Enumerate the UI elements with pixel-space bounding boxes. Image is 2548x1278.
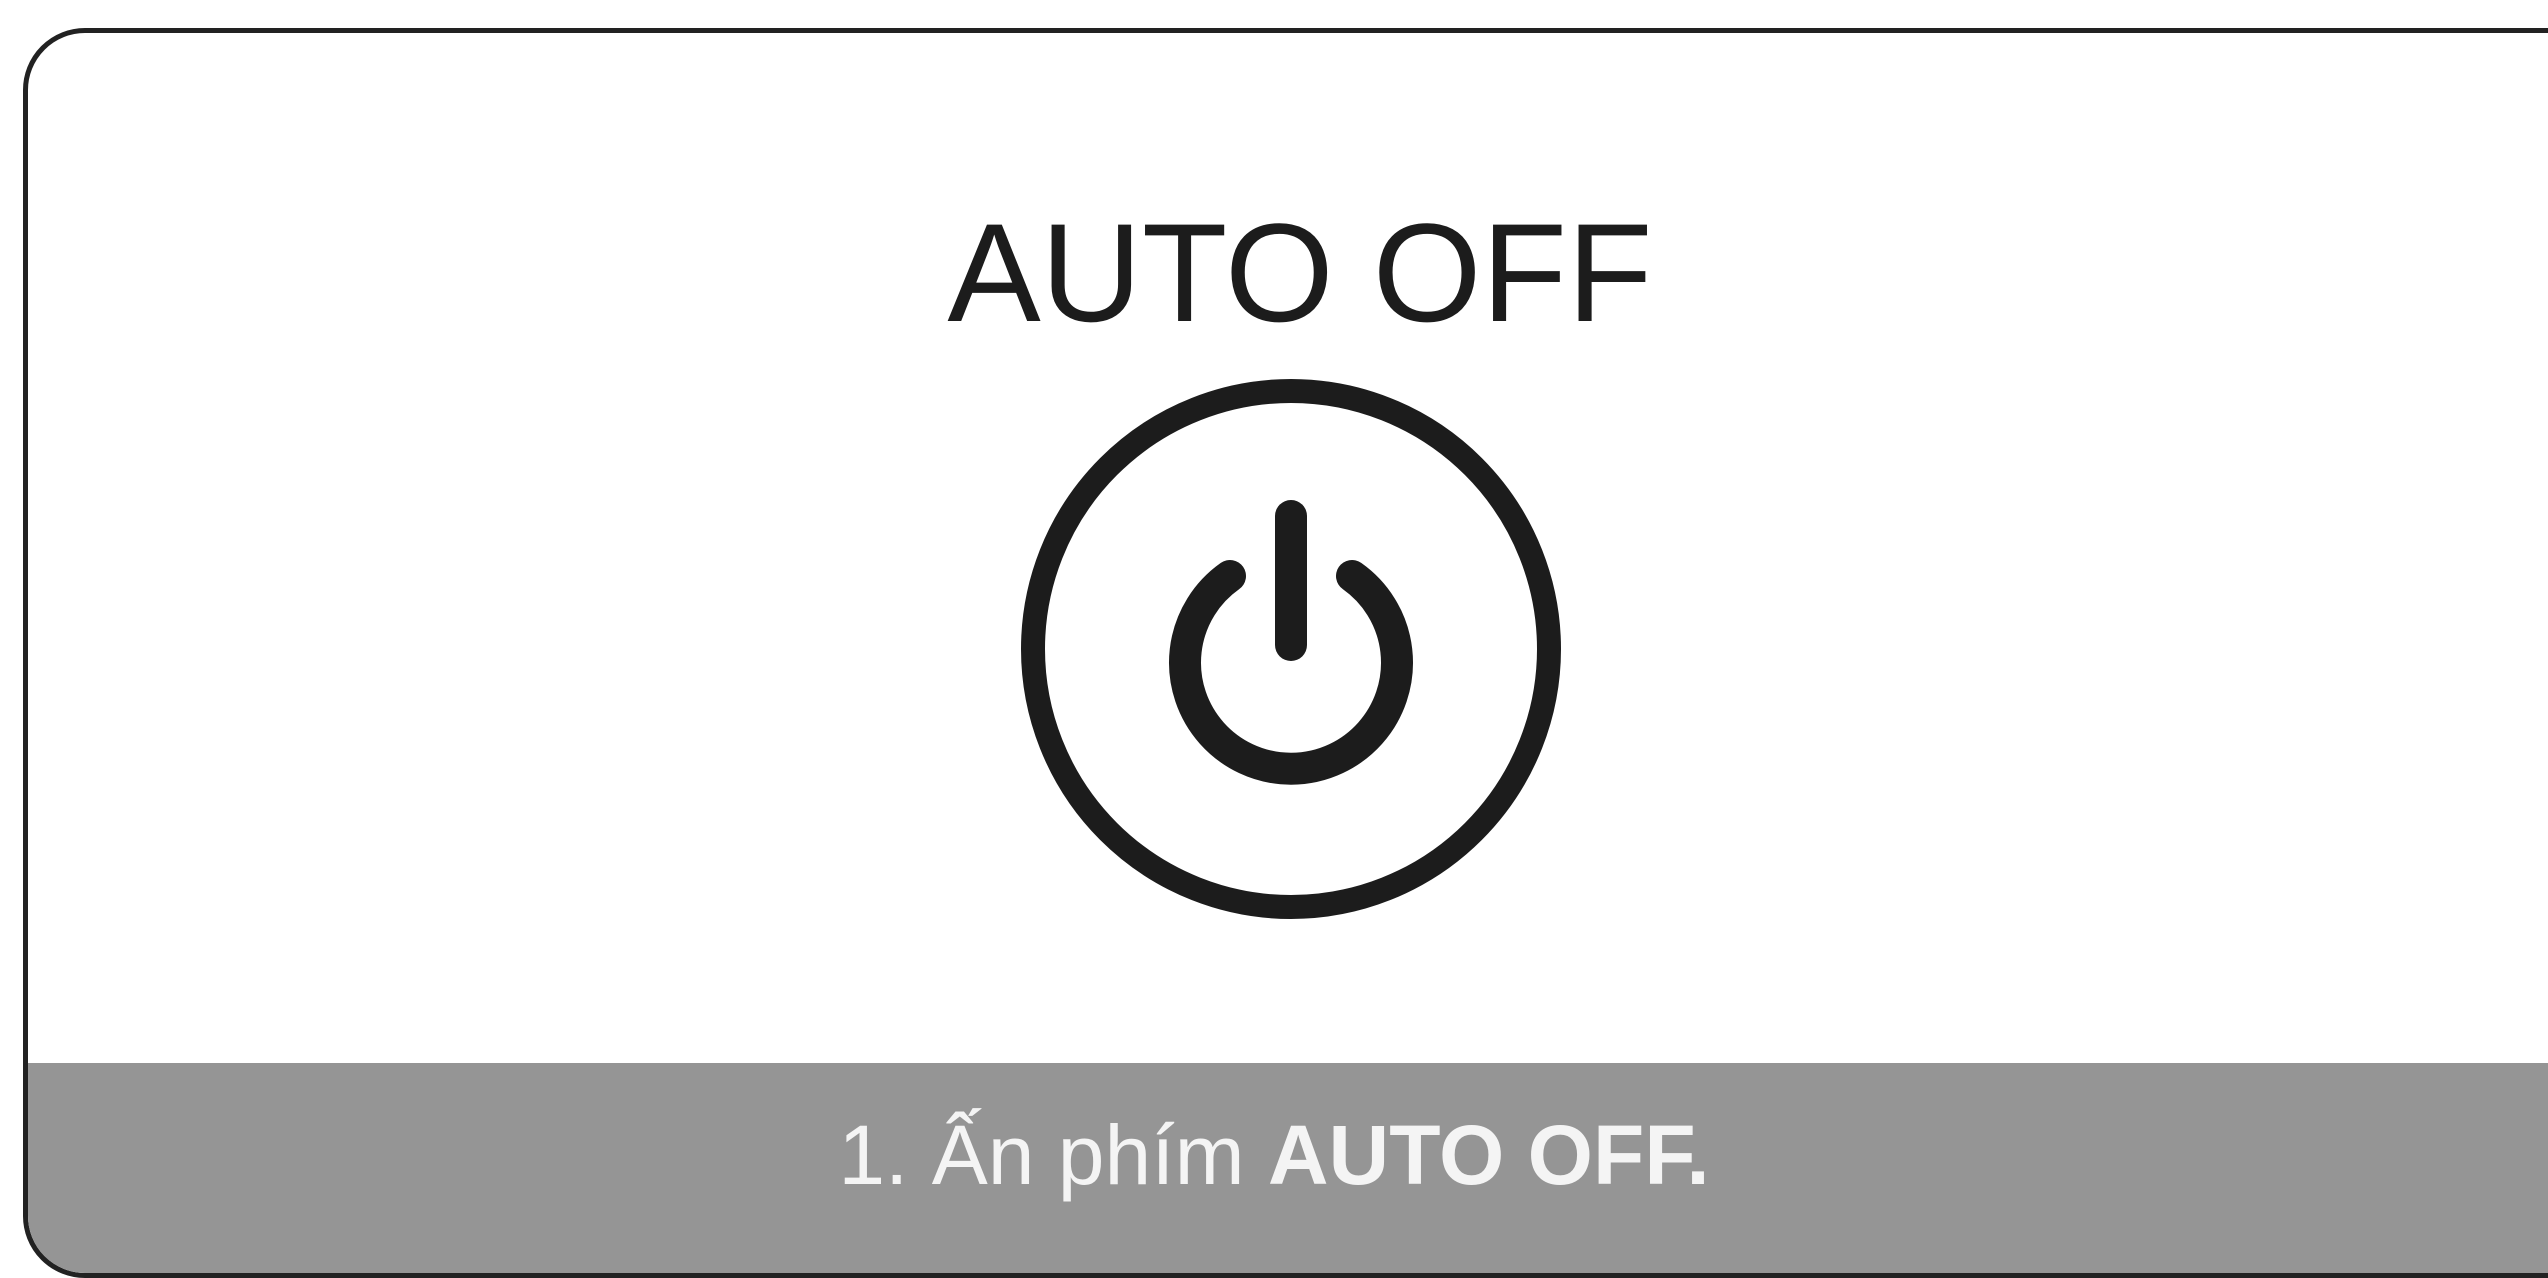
auto-off-power-button[interactable] [1018,376,1564,922]
instruction-text: 1. Ấn phím [838,1108,1268,1202]
instruction-caption: 1. Ấn phím AUTO OFF. [0,1113,2548,1197]
instruction-key-label: AUTO OFF. [1267,1108,1710,1202]
power-icon [1021,379,1561,919]
button-title: AUTO OFF [28,203,2548,343]
button-title-text: AUTO OFF [947,194,1653,351]
auto-off-panel: AUTO OFF [23,28,2548,1278]
